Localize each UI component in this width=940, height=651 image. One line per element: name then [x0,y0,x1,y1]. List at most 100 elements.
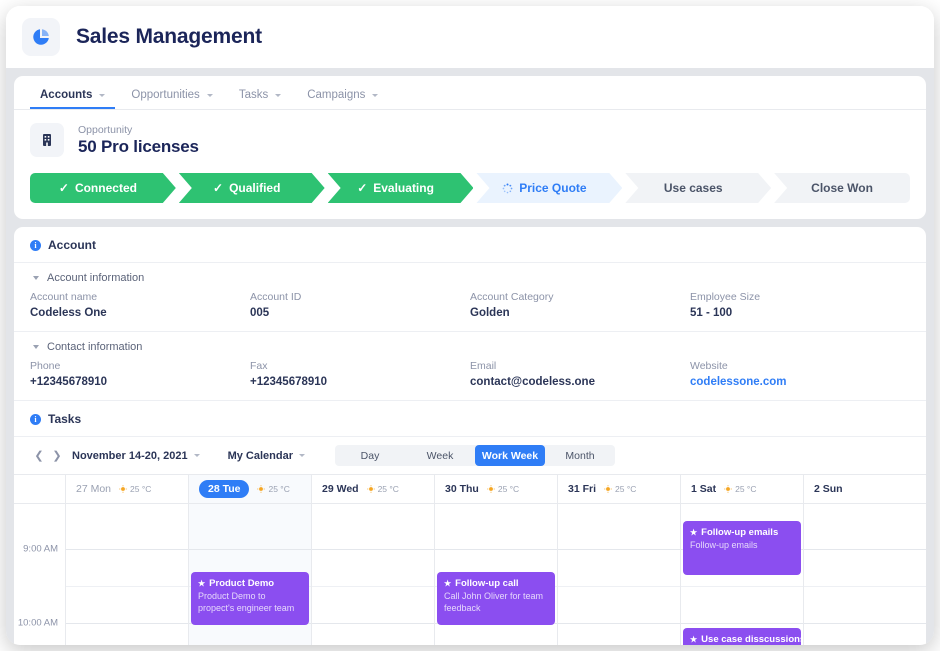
contact-information-toggle[interactable]: Contact information [14,332,926,357]
temperature: 25 °C [130,484,152,494]
sun-icon [257,485,266,493]
field-value: Codeless One [30,307,107,319]
date-range-selector[interactable]: November 14-20, 2021 [72,450,200,462]
calendar-event-use-case-discussions[interactable]: ★ Use case disscussions Discuss Propect'… [683,628,801,645]
account-information-label: Account information [47,272,145,284]
calendar-toolbar: ❮ ❯ November 14-20, 2021 My Calendar Day… [14,437,926,474]
calendar-event-follow-up-emails[interactable]: ★ Follow-up emails Follow-up emails [683,521,801,575]
day-header: 28 Tue 25 °C [189,475,311,504]
day-slots [804,504,926,645]
calendar-event-product-demo[interactable]: ★ Product Demo Product Demo to propect's… [191,572,309,625]
stage-qualified-label: Qualified [229,181,281,195]
day-slots: ★ Product Demo Product Demo to propect's… [189,504,311,645]
calendar-event-follow-up-call[interactable]: ★ Follow-up call Call John Oliver for te… [437,572,555,625]
event-title-row: ★ Follow-up call [444,578,548,589]
spinner-icon [502,183,513,194]
field-account-category: Account Category Golden [470,291,690,319]
next-week-button[interactable]: ❯ [48,447,66,465]
time-label: 10:00 AM [17,617,58,629]
chevron-down-icon [299,454,305,457]
temperature: 25 °C [615,484,637,494]
field-label: Account name [30,291,98,303]
tab-campaigns-label: Campaigns [307,89,366,101]
event-title: Use case disscussions [701,634,801,645]
account-information-toggle[interactable]: Account information [14,263,926,288]
weather-indicator: 25 °C [487,484,519,494]
field-label: Account Category [470,291,554,303]
contact-information-fields: Phone +12345678910 Fax +12345678910 Emai… [14,357,926,401]
website-link[interactable]: codelessone.com [690,376,910,388]
field-value: 005 [250,307,270,319]
day-columns: 27 Mon 25 °C 28 Tue 25 °C ★ Product Demo… [66,475,926,645]
field-label: Website [690,360,728,372]
weather-indicator: 25 °C [257,484,290,494]
tab-accounts[interactable]: Accounts [30,89,116,109]
weather-indicator: 25 °C [604,484,636,494]
view-day[interactable]: Day [335,445,405,466]
day-label: 27 Mon [76,483,112,495]
view-month[interactable]: Month [545,445,615,466]
stage-connected-label: Connected [74,181,137,195]
chevron-down-icon [33,345,39,349]
tab-accounts-label: Accounts [40,89,93,101]
star-icon: ★ [690,635,698,644]
event-title-row: ★ Product Demo [198,578,302,589]
event-title: Follow-up call [455,578,519,589]
opportunity-name: 50 Pro licenses [78,136,199,156]
info-icon: i [30,239,41,251]
field-website: Website codelessone.com [690,360,910,388]
star-icon: ★ [444,579,452,588]
temperature: 25 °C [377,484,399,494]
field-label: Account ID [250,291,302,303]
field-email: Email contact@codeless.one [470,360,690,388]
event-description: Follow-up emails [690,540,758,550]
contact-information-label: Contact information [47,341,143,353]
stage-use-cases[interactable]: Use cases [625,173,771,203]
account-card: i Account Account information Account na… [14,227,926,645]
opportunity-header: Opportunity 50 Pro licenses [14,110,926,167]
day-column-27-mon[interactable]: 27 Mon 25 °C [66,475,189,645]
stage-qualified[interactable]: ✓ Qualified [179,173,325,203]
day-column-28-tue[interactable]: 28 Tue 25 °C ★ Product Demo Product Demo… [189,475,312,645]
field-value: +12345678910 [30,376,108,388]
field-value: 51 - 100 [690,307,733,319]
stage-progress: ✓ Connected ✓ Qualified ✓ Evaluating Pri… [14,167,926,219]
day-header: 2 Sun [804,475,926,504]
view-work-week[interactable]: Work Week [475,445,545,466]
chevron-down-icon [206,93,213,97]
stage-price-quote[interactable]: Price Quote [476,173,622,203]
view-week[interactable]: Week [405,445,475,466]
event-title: Product Demo [209,578,275,589]
view-toggle: Day Week Work Week Month [335,445,615,466]
check-icon: ✓ [213,181,224,195]
prev-week-button[interactable]: ❮ [30,447,48,465]
day-column-2-sun[interactable]: 2 Sun [804,475,926,645]
calendar-grid: 9:00 AM 10:00 AM 27 Mon 25 °C 28 Tue 25 … [14,474,926,645]
opportunity-card: Accounts Opportunities Tasks Campaigns O… [14,76,926,219]
event-description: Call John Oliver for team feedback [444,591,544,613]
day-column-29-wed[interactable]: 29 Wed 25 °C [312,475,435,645]
day-slots [66,504,188,645]
sun-icon [604,485,612,493]
tab-campaigns[interactable]: Campaigns [297,89,388,109]
day-header: 29 Wed 25 °C [312,475,434,504]
chevron-down-icon [193,454,200,457]
day-column-30-thu[interactable]: 30 Thu 25 °C ★ Follow-up call Call John … [435,475,558,645]
day-column-1-sat[interactable]: 1 Sat 25 °C ★ Follow-up emails Follow-up… [681,475,804,645]
field-account-id: Account ID 005 [250,291,470,319]
stage-close-won[interactable]: Close Won [774,173,910,203]
tab-tasks[interactable]: Tasks [229,89,291,109]
field-value: Golden [470,307,510,319]
page-body: Accounts Opportunities Tasks Campaigns O… [6,68,934,645]
stage-evaluating[interactable]: ✓ Evaluating [328,173,474,203]
day-header: 1 Sat 25 °C [681,475,803,504]
stage-connected[interactable]: ✓ Connected [30,173,176,203]
building-icon [30,123,64,157]
date-range-label: November 14-20, 2021 [72,449,188,462]
tab-opportunities[interactable]: Opportunities [121,89,222,109]
day-column-31-fri[interactable]: 31 Fri 25 °C [558,475,681,645]
day-label: 31 Fri [568,483,597,495]
calendar-selector[interactable]: My Calendar [228,450,305,462]
tasks-section-title: Tasks [48,412,82,426]
event-description: Product Demo to propect's engineer team [198,591,295,613]
